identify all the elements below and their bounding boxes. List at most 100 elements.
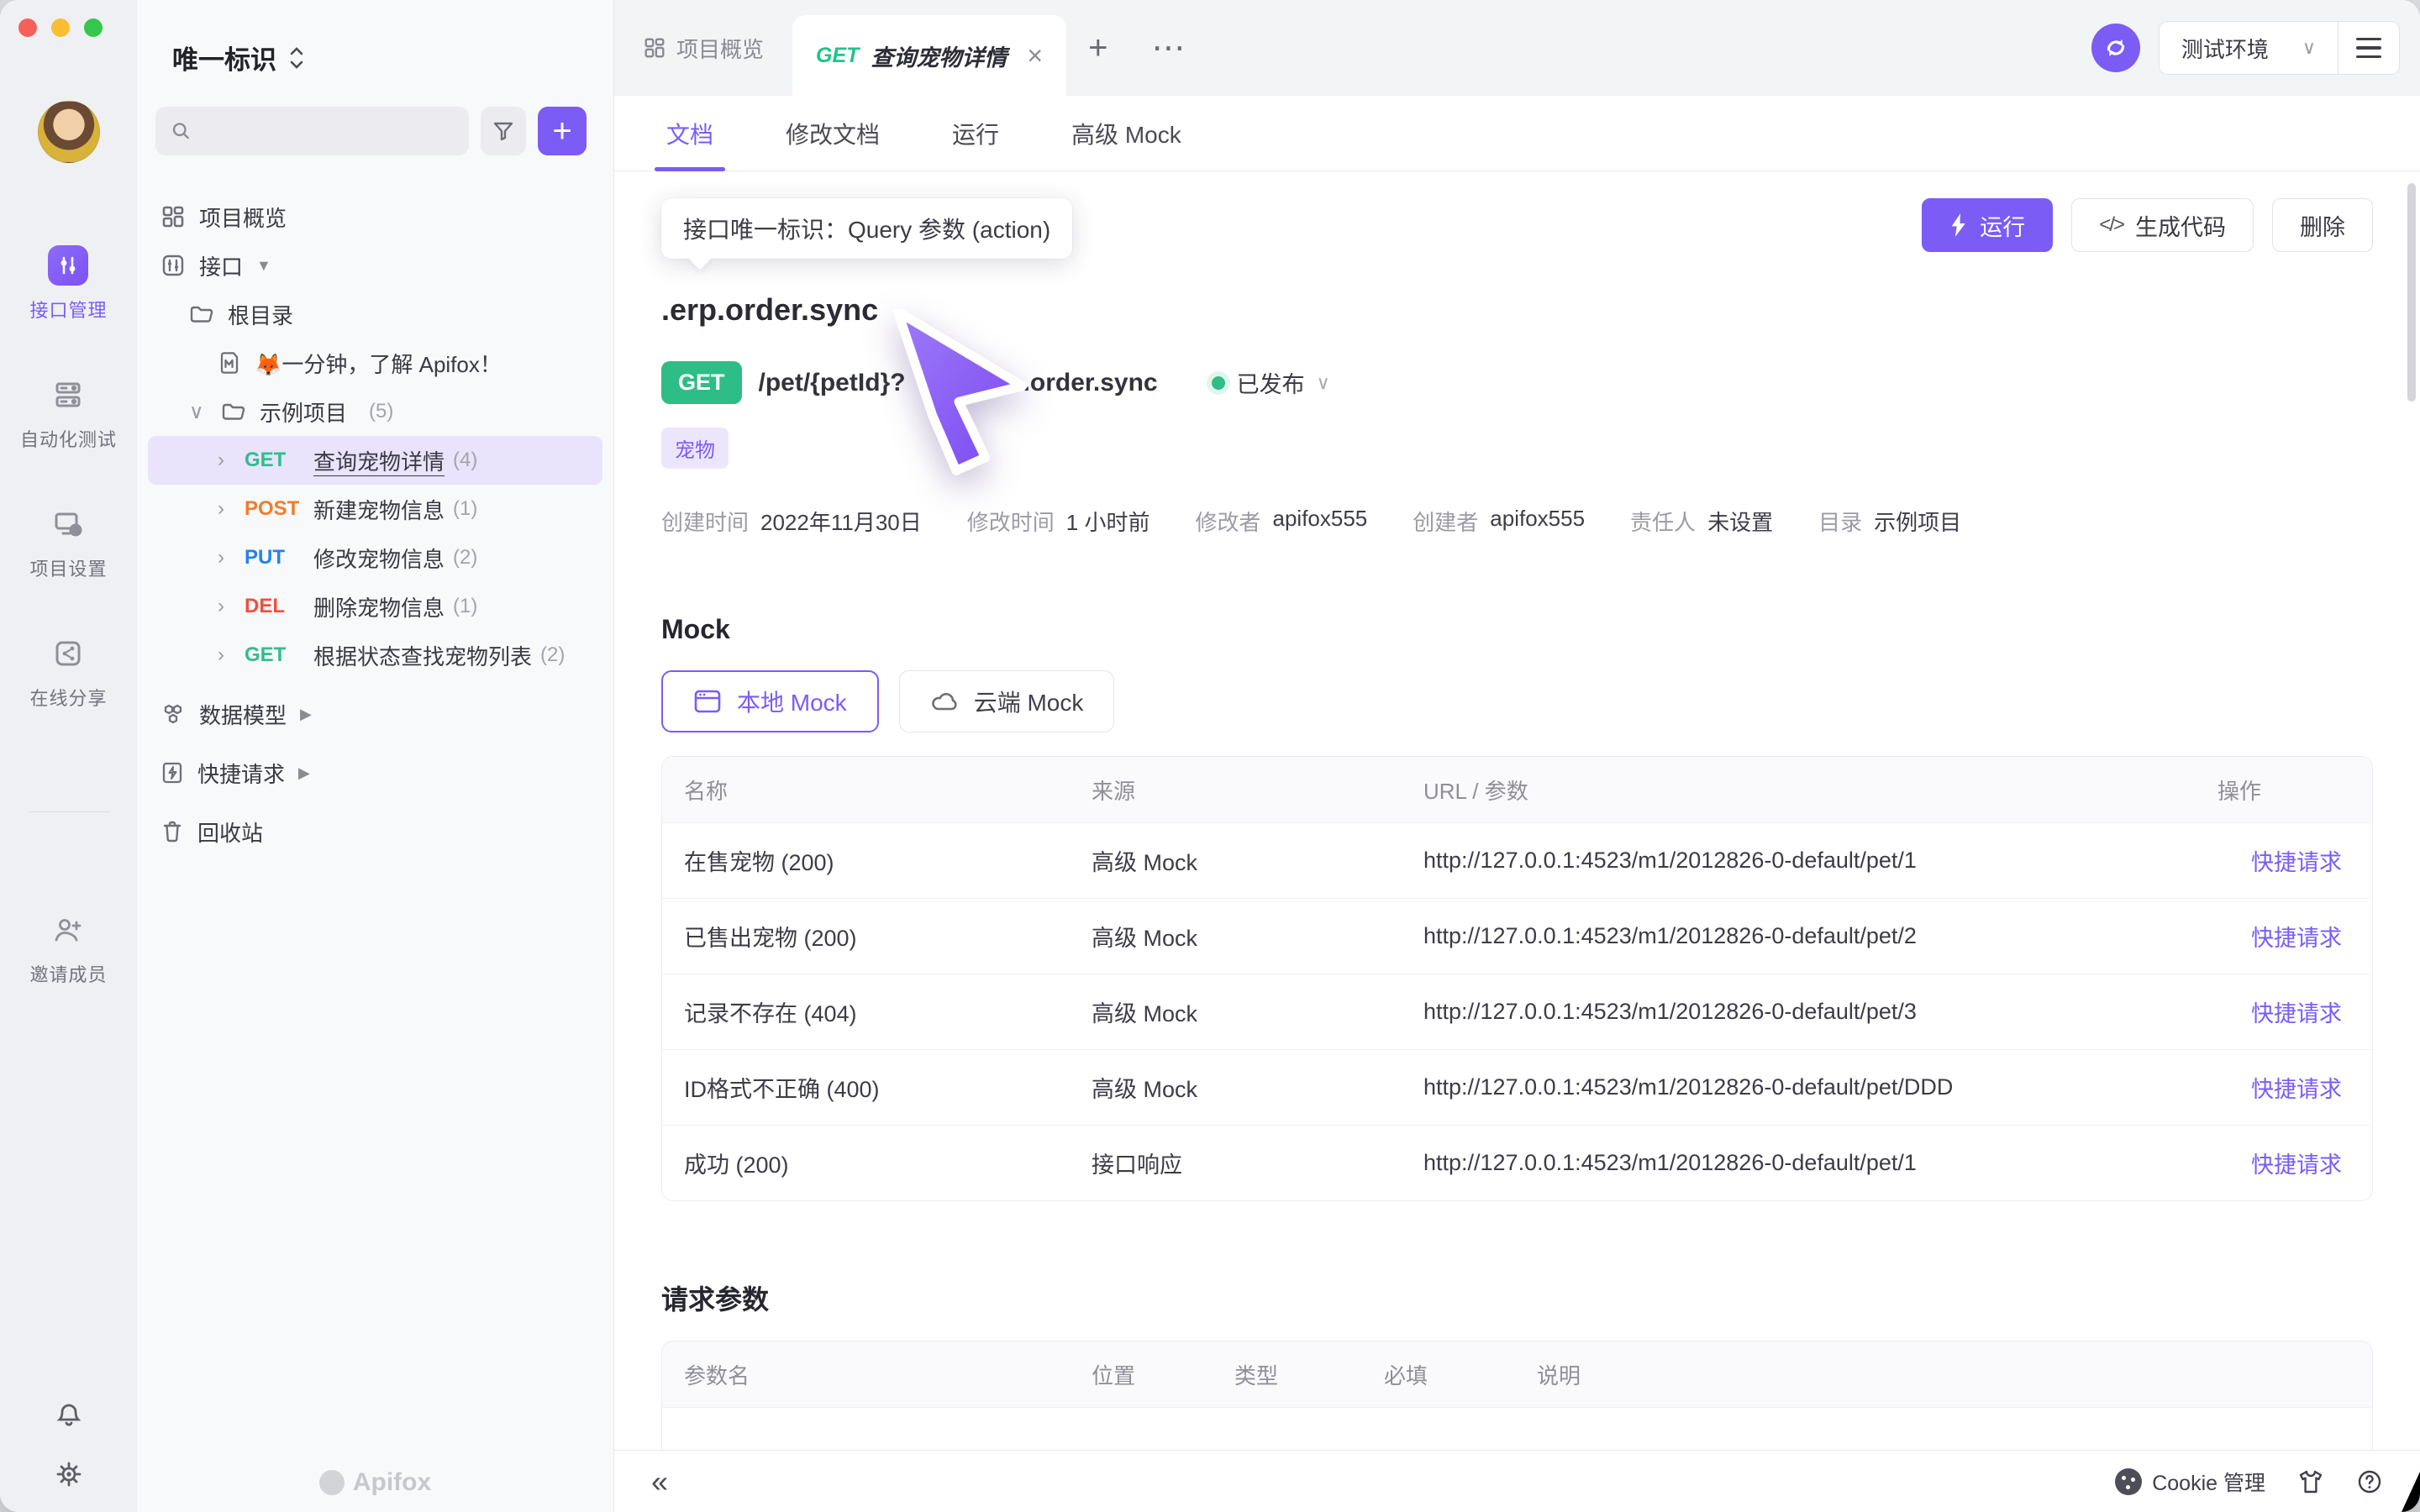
- sidebar-folder-root[interactable]: 根目录: [137, 290, 613, 339]
- user-avatar[interactable]: [38, 101, 100, 163]
- sidebar-item-quick-request[interactable]: 快捷请求 ▶: [137, 748, 613, 797]
- request-params-heading: 请求参数: [661, 1278, 2373, 1317]
- window-controls: [18, 18, 103, 37]
- settings-gear-icon[interactable]: [55, 1460, 83, 1488]
- table-row[interactable]: 记录不存在 (404) 高级 Mock http://127.0.0.1:452…: [662, 974, 2372, 1049]
- mock-name: 在售宠物 (200): [662, 822, 1070, 898]
- column-header-description: 说明: [1515, 1341, 2372, 1407]
- close-tab-icon[interactable]: ×: [1027, 40, 1043, 71]
- tooltip: 接口唯一标识：Query 参数 (action): [661, 198, 1072, 259]
- project-title: 唯一标识: [172, 39, 276, 76]
- new-tab-button[interactable]: +: [1066, 0, 1129, 96]
- column-header-action: 操作: [2196, 757, 2372, 822]
- sidebar-folder-label: 根目录: [228, 299, 293, 330]
- table-row[interactable]: ID格式不正确 (400) 高级 Mock http://127.0.0.1:4…: [662, 1049, 2372, 1125]
- add-button[interactable]: +: [538, 107, 587, 155]
- mock-name: 已售出宠物 (200): [662, 898, 1070, 974]
- environment-select[interactable]: 测试环境 ∨: [2160, 33, 2338, 64]
- method-badge: GET: [245, 449, 313, 472]
- rail-item-automated-testing[interactable]: 自动化测试: [20, 375, 117, 452]
- quick-request-link[interactable]: 快捷请求: [2251, 850, 2342, 875]
- environment-menu-icon[interactable]: [2338, 38, 2399, 59]
- item-count: (1): [453, 595, 477, 618]
- sidebar-item-label: 数据模型: [199, 699, 287, 730]
- quick-request-link[interactable]: 快捷请求: [2251, 1001, 2342, 1026]
- rail-item-api-management[interactable]: 接口管理: [29, 245, 107, 323]
- mock-table-header: 名称 来源 URL / 参数 操作: [662, 757, 2372, 822]
- quick-request-link[interactable]: 快捷请求: [2251, 1152, 2342, 1178]
- publish-status-select[interactable]: 已发布 ∨: [1212, 366, 1330, 399]
- table-row[interactable]: 在售宠物 (200) 高级 Mock http://127.0.0.1:4523…: [662, 822, 2372, 898]
- search-box[interactable]: [155, 107, 469, 155]
- search-input[interactable]: [200, 118, 454, 144]
- zoom-window-button[interactable]: [84, 18, 103, 37]
- generate-code-button[interactable]: </> 生成代码: [2071, 198, 2254, 252]
- tab-run[interactable]: 运行: [952, 96, 999, 171]
- environment-group: 测试环境 ∨: [2159, 21, 2400, 75]
- api-name: 查询宠物详情: [313, 445, 445, 476]
- close-window-button[interactable]: [18, 18, 37, 37]
- chevron-expanded-icon: ∨: [189, 400, 208, 424]
- column-header-type: 类型: [1213, 1341, 1362, 1407]
- quick-request-link[interactable]: 快捷请求: [2251, 1077, 2342, 1102]
- rail-divider: [29, 811, 109, 812]
- table-row[interactable]: 已售出宠物 (200) 高级 Mock http://127.0.0.1:452…: [662, 898, 2372, 974]
- vertical-scrollbar[interactable]: [2407, 183, 2416, 402]
- project-title-row[interactable]: 唯一标识: [137, 39, 613, 76]
- cloud-mock-button[interactable]: 云端 Mock: [899, 670, 1115, 732]
- chevron-right-icon: ›: [218, 595, 236, 618]
- window-icon: [693, 689, 722, 714]
- minimize-window-button[interactable]: [51, 18, 70, 37]
- rail-bottom: [55, 1401, 83, 1488]
- sidebar-api-post-create-pet[interactable]: › POST 新建宠物信息 (1): [137, 485, 613, 533]
- tab-overflow-menu-icon[interactable]: ⋯: [1129, 0, 1207, 96]
- rail-item-label: 接口管理: [29, 296, 107, 323]
- help-icon[interactable]: [2356, 1468, 2383, 1495]
- filter-button[interactable]: [481, 107, 526, 155]
- mock-url: http://127.0.0.1:4523/m1/2012826-0-defau…: [1402, 822, 2196, 898]
- delete-button-label: 删除: [2300, 209, 2345, 242]
- rail-item-invite-member[interactable]: 邀请成员: [29, 910, 107, 987]
- sidebar-item-project-overview[interactable]: 项目概览: [137, 192, 613, 241]
- sidebar-section-api[interactable]: 接口 ▼: [137, 241, 613, 290]
- quick-request-link[interactable]: 快捷请求: [2251, 926, 2342, 951]
- sidebar-doc-intro[interactable]: 🦊一分钟，了解 Apifox！: [137, 339, 613, 387]
- meta-value: 1 小时前: [1066, 506, 1150, 537]
- mock-source: 高级 Mock: [1070, 1049, 1402, 1125]
- rail-item-project-settings[interactable]: 项目设置: [29, 504, 107, 581]
- online-share-icon: [48, 633, 88, 674]
- table-row[interactable]: 成功 (200) 接口响应 http://127.0.0.1:4523/m1/2…: [662, 1125, 2372, 1200]
- folder-icon: [221, 399, 246, 424]
- collapse-sidebar-icon[interactable]: «: [651, 1464, 668, 1499]
- statusbar-right: Cookie 管理: [2115, 1467, 2383, 1497]
- theme-tshirt-icon[interactable]: [2297, 1468, 2324, 1495]
- sidebar-api-get-pets-by-status[interactable]: › GET 根据状态查找宠物列表 (2): [137, 631, 613, 680]
- run-button[interactable]: 运行: [1922, 198, 2053, 252]
- tab-edit-doc[interactable]: 修改文档: [786, 96, 880, 171]
- rail-item-online-share[interactable]: 在线分享: [29, 633, 107, 711]
- tab-project-overview[interactable]: 项目概览: [614, 0, 792, 96]
- method-badge: DEL: [245, 595, 313, 618]
- cookie-manager-button[interactable]: Cookie 管理: [2115, 1467, 2265, 1497]
- sidebar-search-row: +: [137, 107, 613, 155]
- sidebar-item-data-models[interactable]: 数据模型 ▶: [137, 690, 613, 738]
- sidebar-api-put-update-pet[interactable]: › PUT 修改宠物信息 (2): [137, 533, 613, 582]
- tab-advanced-mock[interactable]: 高级 Mock: [1071, 96, 1181, 171]
- notifications-bell-icon[interactable]: [55, 1401, 83, 1430]
- rail-item-label: 在线分享: [29, 684, 107, 711]
- pet-tag[interactable]: 宠物: [661, 428, 729, 469]
- delete-button[interactable]: 删除: [2272, 198, 2373, 252]
- local-mock-button[interactable]: 本地 Mock: [661, 670, 879, 732]
- item-count: (2): [453, 546, 477, 570]
- code-icon: </>: [2099, 213, 2123, 237]
- sync-button[interactable]: [2091, 24, 2140, 72]
- chevron-right-icon: ›: [218, 449, 236, 472]
- tab-get-pet-detail[interactable]: GET 查询宠物详情 ×: [792, 15, 1066, 96]
- tab-doc[interactable]: 文档: [666, 96, 713, 171]
- sidebar-item-recycle-bin[interactable]: 回收站: [137, 807, 613, 856]
- doc-scroll-area[interactable]: 接口唯一标识：Query 参数 (action) 运行 </> 生成代码 删除: [614, 171, 2420, 1450]
- sidebar-api-delete-pet[interactable]: › DEL 删除宠物信息 (1): [137, 582, 613, 631]
- cloud-mock-label: 云端 Mock: [974, 685, 1084, 718]
- sidebar-folder-example[interactable]: ∨ 示例项目 (5): [137, 387, 613, 436]
- sidebar-api-get-pet-detail[interactable]: › GET 查询宠物详情 (4): [148, 436, 602, 485]
